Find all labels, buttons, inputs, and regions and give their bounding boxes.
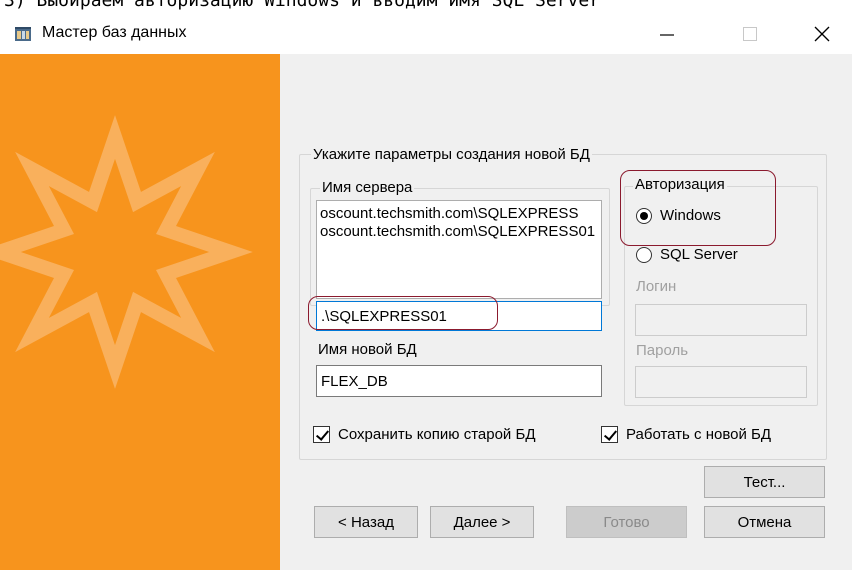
sqlserver-auth-radio[interactable]: SQL Server xyxy=(636,246,738,263)
list-item[interactable]: oscount.techsmith.com\SQLEXPRESS xyxy=(320,205,598,223)
star-logo-icon xyxy=(0,115,253,389)
radio-indicator[interactable] xyxy=(636,246,652,263)
windows-auth-label: Windows xyxy=(660,207,721,224)
tutorial-caption: 3) Выбираем авторизацию Windows и вводим… xyxy=(4,0,601,11)
back-button[interactable]: < Назад xyxy=(314,506,418,538)
login-input[interactable] xyxy=(635,304,807,336)
new-db-name-input[interactable] xyxy=(316,365,602,397)
test-button[interactable]: Тест... xyxy=(704,466,825,498)
server-list[interactable]: oscount.techsmith.com\SQLEXPRESS oscount… xyxy=(316,200,602,299)
new-db-params-legend: Укажите параметры создания новой БД xyxy=(311,146,592,164)
cancel-button[interactable]: Отмена xyxy=(704,506,825,538)
login-label: Логин xyxy=(636,278,677,295)
next-button[interactable]: Далее > xyxy=(430,506,534,538)
maximize-button[interactable] xyxy=(720,14,780,54)
close-button[interactable] xyxy=(792,14,852,54)
windows-auth-radio[interactable]: Windows xyxy=(636,207,721,224)
new-db-name-label: Имя новой БД xyxy=(318,341,417,358)
server-name-legend: Имя сервера xyxy=(320,179,415,197)
work-new-checkbox[interactable]: Работать с новой БД xyxy=(601,426,771,443)
password-input[interactable] xyxy=(635,366,807,398)
authorization-legend: Авторизация xyxy=(633,176,727,194)
close-icon xyxy=(814,26,830,42)
list-item[interactable]: oscount.techsmith.com\SQLEXPRESS01 xyxy=(320,223,598,241)
maximize-icon xyxy=(743,27,757,41)
title-bar: Мастер баз данных xyxy=(0,14,852,54)
server-name-input[interactable] xyxy=(316,301,602,331)
sqlserver-auth-label: SQL Server xyxy=(660,246,738,263)
keep-copy-checkbox[interactable]: Сохранить копию старой БД xyxy=(313,426,535,443)
password-label: Пароль xyxy=(636,342,689,359)
app-icon xyxy=(15,27,31,41)
checkbox-indicator[interactable] xyxy=(313,426,330,443)
database-wizard-window: Мастер баз данных Укажите параметры созд… xyxy=(0,14,852,570)
radio-indicator[interactable] xyxy=(636,207,652,224)
work-new-label: Работать с новой БД xyxy=(626,426,772,443)
minimize-icon xyxy=(660,34,674,36)
window-title: Мастер баз данных xyxy=(42,24,187,41)
wizard-sidebar-banner xyxy=(0,54,280,570)
finish-button[interactable]: Готово xyxy=(566,506,687,538)
checkbox-indicator[interactable] xyxy=(601,426,618,443)
minimize-button[interactable] xyxy=(637,14,697,54)
keep-copy-label: Сохранить копию старой БД xyxy=(338,426,536,443)
